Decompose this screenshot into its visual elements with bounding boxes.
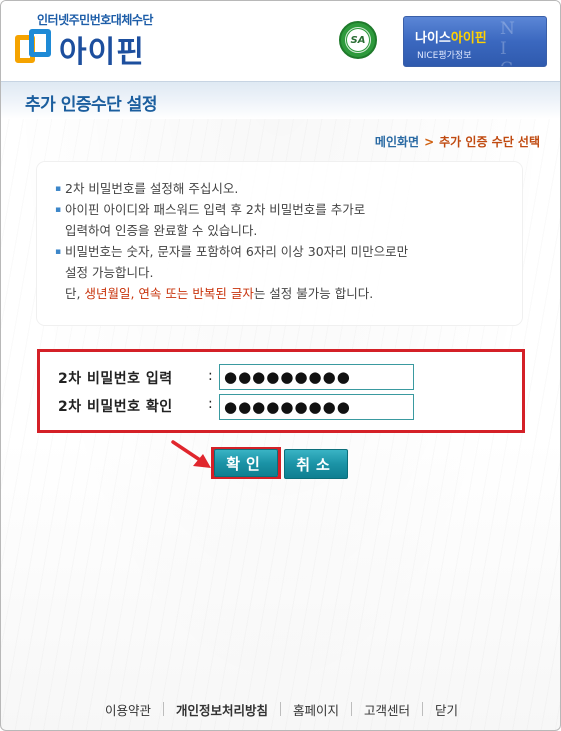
instruction-item-continued: 입력하여 인증을 완료할 수 있습니다.: [65, 223, 258, 238]
ipin-logo-icon: [15, 29, 55, 65]
confirm-button[interactable]: 확인: [214, 449, 278, 477]
footer-support-link[interactable]: 고객센터: [352, 700, 422, 719]
footer: 이용약관 개인정보처리방침 홈페이지 고객센터 닫기: [1, 697, 560, 721]
password-label: 2차 비밀번호 입력: [58, 371, 173, 387]
breadcrumb-separator: >: [424, 135, 435, 149]
red-arrow-icon: [171, 440, 211, 468]
instruction-item-continued: 설정 가능합니다.: [65, 265, 154, 280]
cancel-button[interactable]: 취소: [284, 449, 348, 479]
sa-certification-seal-icon: SA: [339, 21, 377, 59]
footer-close-link[interactable]: 닫기: [423, 700, 470, 719]
popup-window: 인터넷주민번호대체수단 아이핀 SA N IC E 나이스아이핀 NICE평가정…: [0, 0, 561, 731]
instruction-item: ▪ 아이핀 아이디와 패스워드 입력 후 2차 비밀번호를 추가로: [55, 202, 366, 217]
logo-text: 아이핀: [59, 35, 145, 70]
footer-terms-link[interactable]: 이용약관: [93, 700, 163, 719]
breadcrumb-current: 추가 인증 수단 선택: [439, 135, 540, 149]
nice-banner-title: 나이스아이핀: [415, 31, 487, 46]
footer-homepage-link[interactable]: 홈페이지: [281, 700, 351, 719]
nice-ipin-banner: N IC E 나이스아이핀 NICE평가정보: [403, 16, 547, 67]
second-password-form: 2차 비밀번호 입력 : 2차 비밀번호 확인 :: [37, 349, 525, 433]
instruction-item-warning: 단, 생년월일, 연속 또는 반복된 글자는 설정 불가능 합니다.: [65, 286, 374, 301]
instruction-item: ▪ 2차 비밀번호를 설정해 주십시오.: [55, 181, 239, 196]
title-bar: 추가 인증수단 설정: [1, 81, 560, 119]
ipin-logo: 인터넷주민번호대체수단 아이핀: [15, 11, 215, 71]
password-confirm-label: 2차 비밀번호 확인: [58, 399, 173, 415]
logo-subtitle: 인터넷주민번호대체수단: [37, 13, 153, 27]
header: 인터넷주민번호대체수단 아이핀 SA N IC E 나이스아이핀 NICE평가정…: [1, 1, 560, 81]
second-password-input[interactable]: [219, 364, 414, 390]
instructions-box: ▪ 2차 비밀번호를 설정해 주십시오. ▪ 아이핀 아이디와 패스워드 입력 …: [37, 162, 522, 325]
nice-banner-subtitle: NICE평가정보: [417, 51, 472, 61]
breadcrumb-home[interactable]: 메인화면: [375, 135, 419, 149]
page-title: 추가 인증수단 설정: [25, 95, 157, 115]
instruction-item: ▪ 비밀번호는 숫자, 문자를 포함하여 6자리 이상 30자리 미만으로만: [55, 244, 409, 259]
breadcrumb: 메인화면 > 추가 인증 수단 선택: [375, 133, 540, 150]
footer-privacy-link[interactable]: 개인정보처리방침: [164, 700, 280, 719]
second-password-confirm-input[interactable]: [219, 394, 414, 420]
